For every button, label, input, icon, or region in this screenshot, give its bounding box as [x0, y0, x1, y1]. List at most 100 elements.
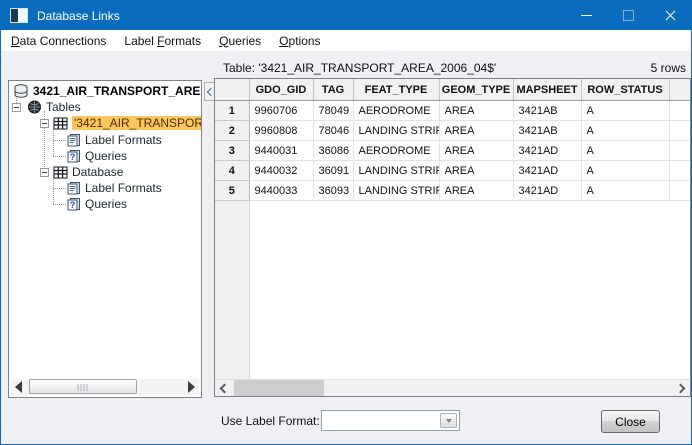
tree-node-label: '3421_AIR_TRANSPORT_AREA_2006_04$'	[72, 116, 202, 130]
table-cell[interactable]: 9440033	[249, 181, 313, 201]
minimize-button[interactable]	[565, 1, 607, 30]
table-cell[interactable]: LANDING STRIP	[353, 161, 439, 181]
label-formats-icon	[66, 181, 81, 195]
table-cell[interactable]: 9440032	[249, 161, 313, 181]
tree-node-queries[interactable]: ? Queries	[66, 148, 127, 164]
table-cell[interactable]: 36093	[313, 181, 353, 201]
table-cell[interactable]: AERODROME	[353, 101, 439, 121]
row-header[interactable]: 5	[215, 181, 249, 201]
collapse-expander-icon[interactable]	[12, 103, 21, 112]
tree-node-label: Queries	[85, 197, 127, 211]
table-cell[interactable]	[669, 101, 691, 121]
table-row: 2 9960808 78046 LANDING STRIP AREA 3421A…	[215, 121, 691, 141]
table-cell[interactable]: AREA	[439, 161, 513, 181]
table-cell[interactable]: 3421AD	[513, 181, 581, 201]
table-cell[interactable]: 3421AD	[513, 161, 581, 181]
table-cell[interactable]: AERODROME	[353, 141, 439, 161]
menu-queries[interactable]: Queries	[210, 34, 270, 48]
close-button[interactable]: Close	[601, 410, 660, 433]
column-header[interactable]: L	[669, 79, 691, 101]
column-header[interactable]: ROW_STATUS	[581, 79, 669, 101]
menu-label-formats[interactable]: Label Formats	[115, 34, 210, 48]
table-cell[interactable]	[669, 181, 691, 201]
table-cell[interactable]: 9960808	[249, 121, 313, 141]
column-header[interactable]: MAPSHEET	[513, 79, 581, 101]
table-cell[interactable]: A	[581, 141, 669, 161]
table-cell[interactable]	[669, 121, 691, 141]
grid-horizontal-scrollbar[interactable]	[215, 379, 690, 396]
table-cell[interactable]: A	[581, 181, 669, 201]
table-cell[interactable]: A	[581, 101, 669, 121]
corner-header[interactable]	[215, 79, 249, 101]
tree-node-queries[interactable]: ? Queries	[66, 196, 127, 212]
table-cell[interactable]: 36086	[313, 141, 353, 161]
row-header[interactable]: 1	[215, 101, 249, 121]
row-header-column-extension	[215, 201, 250, 380]
scroll-right-icon[interactable]	[673, 380, 690, 396]
row-header[interactable]: 4	[215, 161, 249, 181]
table-cell[interactable]	[669, 161, 691, 181]
connection-tree-panel: 3421_AIR_TRANSPORT_AREA Tables '3421_AIR…	[8, 80, 202, 398]
table-cell[interactable]: 9960706	[249, 101, 313, 121]
table-cell[interactable]: A	[581, 121, 669, 141]
svg-text:?: ?	[70, 200, 76, 210]
table-cell[interactable]: 36091	[313, 161, 353, 181]
column-header[interactable]: TAG	[313, 79, 353, 101]
grid-scrollbar-thumb[interactable]	[234, 380, 324, 396]
column-header[interactable]: GEOM_TYPE	[439, 79, 513, 101]
tree-scrollbar-thumb[interactable]	[29, 379, 137, 394]
tree-connector	[53, 127, 54, 156]
tree-node-database[interactable]: Database	[40, 164, 123, 180]
table-cell[interactable]: 78046	[313, 121, 353, 141]
table-cell[interactable]: 3421AB	[513, 121, 581, 141]
maximize-button[interactable]	[607, 1, 649, 30]
app-icon	[10, 8, 28, 23]
tree-node-connection-root[interactable]: 3421_AIR_TRANSPORT_AREA	[13, 83, 202, 99]
tree-node-label-formats[interactable]: Label Formats	[66, 132, 162, 148]
table-cell[interactable]: 78049	[313, 101, 353, 121]
scroll-left-icon[interactable]	[15, 381, 22, 393]
header-row: GDO_GID TAG FEAT_TYPE GEOM_TYPE MAPSHEET…	[215, 79, 691, 101]
table-cell[interactable]: 3421AB	[513, 101, 581, 121]
column-header[interactable]: GDO_GID	[249, 79, 313, 101]
menu-data-connections[interactable]: Data Connections	[2, 34, 115, 48]
table-cell[interactable]	[669, 141, 691, 161]
tree-node-table-selected[interactable]: '3421_AIR_TRANSPORT_AREA_2006_04$'	[40, 115, 202, 131]
table-cell[interactable]: A	[581, 161, 669, 181]
data-grid: GDO_GID TAG FEAT_TYPE GEOM_TYPE MAPSHEET…	[215, 79, 691, 201]
table-cell[interactable]: AREA	[439, 101, 513, 121]
table-cell[interactable]: LANDING STRIP	[353, 181, 439, 201]
table-cell[interactable]: 3421AD	[513, 141, 581, 161]
table-row: 4 9440032 36091 LANDING STRIP AREA 3421A…	[215, 161, 691, 181]
collapse-expander-icon[interactable]	[40, 168, 49, 177]
row-header[interactable]: 2	[215, 121, 249, 141]
column-header[interactable]: FEAT_TYPE	[353, 79, 439, 101]
window-title: Database Links	[37, 9, 120, 23]
database-icon	[13, 84, 29, 99]
table-grid-icon	[53, 117, 68, 130]
scroll-left-icon[interactable]	[215, 380, 232, 396]
collapse-expander-icon[interactable]	[40, 119, 49, 128]
tree-node-label: Label Formats	[85, 181, 162, 195]
tree-node-label: Tables	[46, 100, 81, 114]
queries-icon: ?	[66, 197, 81, 211]
label-format-combobox[interactable]	[321, 410, 460, 431]
table-cell[interactable]: AREA	[439, 181, 513, 201]
table-caption: Table: '3421_AIR_TRANSPORT_AREA_2006_04$…	[223, 61, 496, 75]
minimize-icon	[581, 15, 592, 16]
combobox-dropdown-button[interactable]	[440, 413, 457, 428]
scroll-right-icon[interactable]	[188, 381, 195, 393]
tree-node-label: Database	[72, 165, 123, 179]
table-cell[interactable]: 9440031	[249, 141, 313, 161]
menu-options[interactable]: Options	[270, 34, 329, 48]
table-cell[interactable]: AREA	[439, 141, 513, 161]
row-header[interactable]: 3	[215, 141, 249, 161]
tree-node-tables[interactable]: Tables	[12, 99, 81, 115]
window-controls	[565, 1, 691, 30]
close-window-button[interactable]	[649, 1, 691, 30]
tree-connector	[53, 140, 66, 141]
tree-horizontal-scrollbar[interactable]	[11, 379, 199, 395]
table-cell[interactable]: AREA	[439, 121, 513, 141]
tree-node-label-formats[interactable]: Label Formats	[66, 180, 162, 196]
table-cell[interactable]: LANDING STRIP	[353, 121, 439, 141]
